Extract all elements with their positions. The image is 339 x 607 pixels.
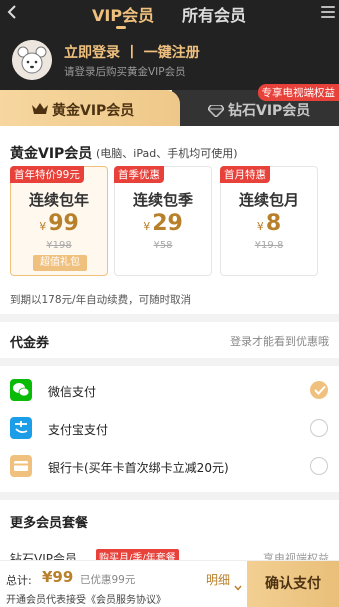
active-tab-indicator	[116, 26, 126, 29]
confirm-pay-button[interactable]: 确认支付	[247, 561, 339, 607]
package-price: ¥29	[115, 211, 211, 236]
payment-radio-selected[interactable]	[310, 381, 328, 399]
payment-radio[interactable]	[310, 457, 328, 475]
total-label: 总计:	[6, 574, 32, 587]
bottom-bar: 总计: ¥99 已优惠99元 开通会员代表接受《会员服务协议》 明细 确认支付	[0, 560, 339, 607]
diamond-vip-label: 钻石VIP会员	[228, 103, 311, 119]
original-price: ¥19.8	[254, 240, 284, 251]
menu-icon[interactable]	[321, 6, 335, 18]
package-badge: 首月特惠	[220, 166, 270, 183]
tab-gold-vip[interactable]: 黄金VIP会员	[0, 90, 180, 126]
tv-benefit-badge: 专享电视端权益	[257, 84, 339, 101]
payment-radio[interactable]	[310, 419, 328, 437]
price-value: 8	[265, 211, 282, 236]
gift-pack-tag: 超值礼包	[33, 255, 87, 271]
crown-icon	[32, 101, 48, 115]
package-price: ¥99	[11, 211, 107, 236]
payment-option-bank-card[interactable]: 银行卡(买年卡首次绑卡立减20元)	[0, 448, 339, 486]
avatar[interactable]	[12, 40, 52, 80]
coupon-row[interactable]: 代金券 登录才能看到优惠哦	[0, 322, 339, 358]
payment-label: 微信支付	[48, 385, 97, 399]
payment-label: 银行卡(买年卡首次绑卡立减20元)	[48, 461, 229, 475]
currency-symbol: ¥	[143, 220, 151, 233]
package-name: 连续包年	[28, 191, 89, 209]
package-name: 连续包季	[132, 191, 193, 209]
package-price: ¥8	[221, 211, 317, 236]
currency-symbol: ¥	[256, 220, 264, 233]
discount-text: 已优惠99元	[80, 574, 136, 586]
bank-card-icon	[10, 455, 32, 477]
package-card-monthly[interactable]: 首月特惠 连续包月 ¥8 ¥19.8	[220, 166, 318, 276]
payment-label: 支付宝支付	[48, 423, 109, 437]
package-subtitle: (电脑、iPad、手机均可使用)	[96, 147, 238, 160]
detail-button[interactable]: 明细	[206, 571, 230, 588]
wechat-icon	[10, 379, 32, 401]
currency-symbol: ¥	[39, 220, 47, 233]
package-cards: 首年特价99元 连续包年 ¥99 ¥198 超值礼包 首季优惠 连续包季 ¥29…	[0, 166, 339, 294]
coupon-label: 代金券	[10, 336, 50, 351]
gold-vip-label: 黄金VIP会员	[52, 103, 135, 119]
more-packages-title: 更多会员套餐	[10, 516, 89, 531]
chevron-down-icon[interactable]	[234, 576, 242, 591]
payment-methods: 微信支付 支付宝支付 银行卡(买年卡首次绑卡立减20元)	[0, 366, 339, 492]
package-badge: 首季优惠	[114, 166, 164, 183]
original-price: ¥58	[153, 240, 173, 251]
login-register-link[interactable]: 立即登录 丨 一键注册	[64, 42, 200, 62]
tab-vip-member[interactable]: VIP会员	[92, 2, 154, 26]
login-subtitle: 请登录后购买黄金VIP会员	[64, 66, 186, 78]
service-agreement-link[interactable]: 开通会员代表接受《会员服务协议》	[6, 591, 166, 606]
payment-option-wechat[interactable]: 微信支付	[0, 372, 339, 410]
original-price: ¥198	[46, 240, 72, 251]
payment-option-alipay[interactable]: 支付宝支付	[0, 410, 339, 448]
auto-renew-note: 到期以178元/年自动续费，可随时取消	[10, 294, 192, 306]
package-name: 连续包月	[238, 191, 299, 209]
price-value: 99	[48, 211, 79, 236]
package-section: 黄金VIP会员 (电脑、iPad、手机均可使用) 首年特价99元 连续包年 ¥9…	[0, 126, 339, 314]
package-card-yearly[interactable]: 首年特价99元 连续包年 ¥99 ¥198 超值礼包	[10, 166, 108, 276]
price-value: 29	[152, 211, 183, 236]
package-badge: 首年特价99元	[10, 166, 84, 183]
header: VIP会员 所有会员 立即登录 丨 一键注册 请登录后购买黄金VIP会员	[0, 0, 339, 90]
package-title: 黄金VIP会员	[10, 146, 93, 162]
package-card-quarterly[interactable]: 首季优惠 连续包季 ¥29 ¥58	[114, 166, 212, 276]
diamond-icon	[207, 102, 225, 119]
tab-all-members[interactable]: 所有会员	[182, 2, 246, 26]
top-tabs: VIP会员 所有会员	[0, 0, 339, 30]
total-value: ¥99	[42, 568, 74, 586]
alipay-icon	[10, 417, 32, 439]
coupon-hint: 登录才能看到优惠哦	[230, 335, 329, 348]
